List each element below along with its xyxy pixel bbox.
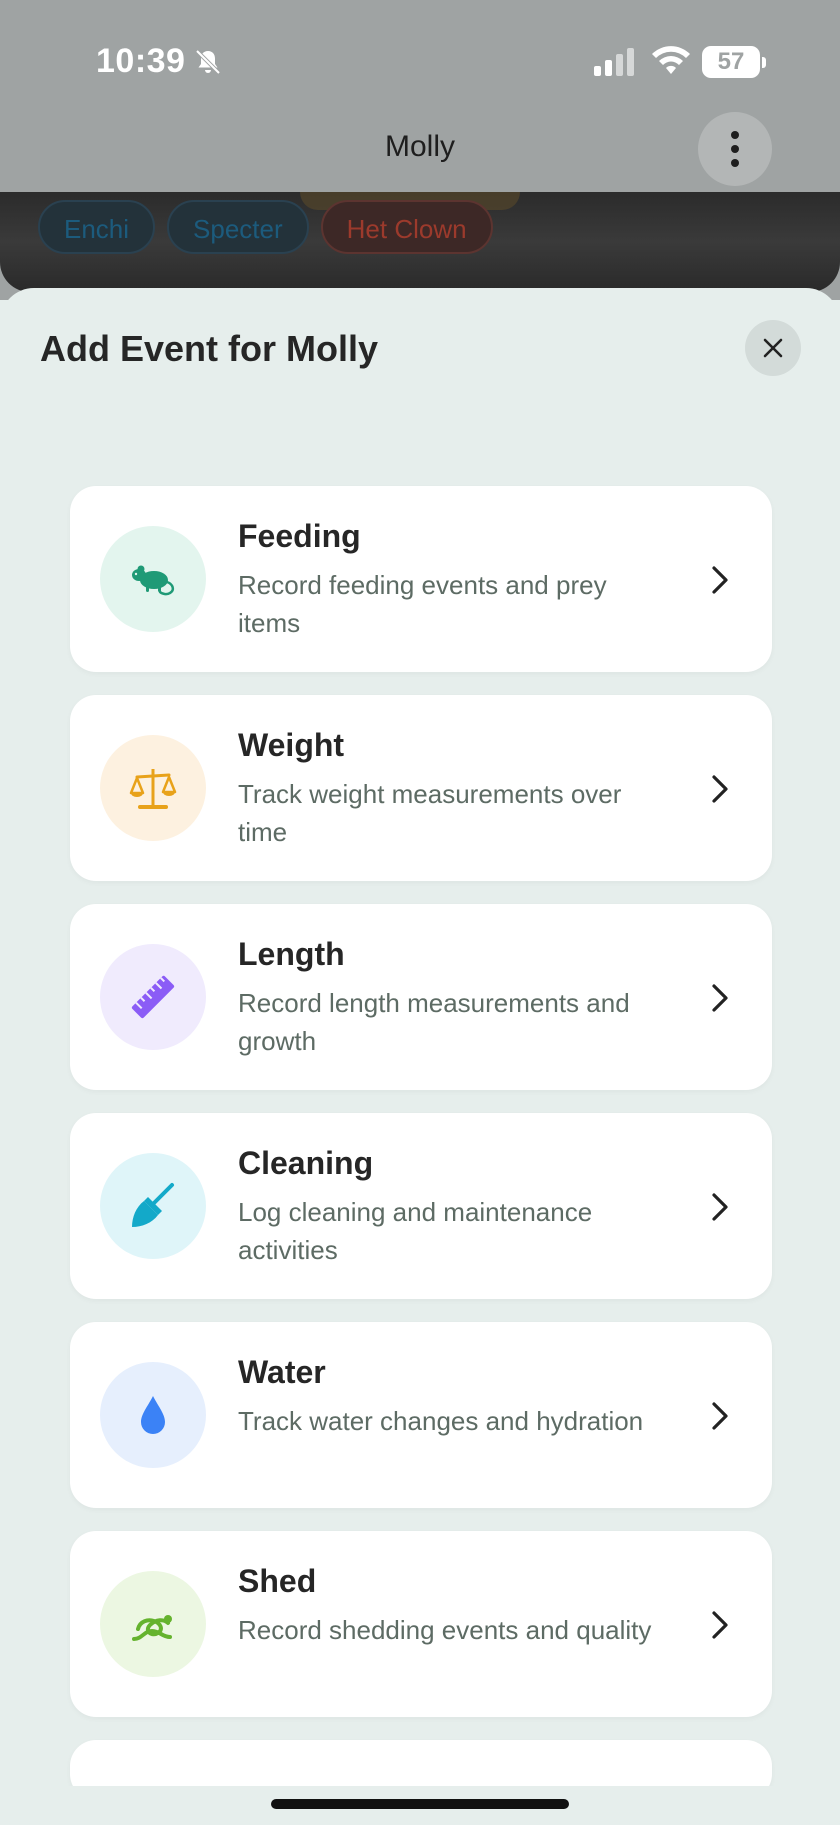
more-vertical-icon	[731, 131, 739, 139]
broom-icon	[132, 1183, 174, 1227]
event-title: Shed	[238, 1563, 317, 1599]
icon-circle	[100, 1362, 206, 1468]
battery-icon: 57	[702, 46, 766, 78]
chevron-right-icon	[712, 984, 728, 1012]
chevron-right-icon	[712, 1193, 728, 1221]
event-description: Track weight measurements over time	[238, 779, 622, 847]
bell-slash-icon	[195, 49, 221, 75]
icon-circle	[100, 944, 206, 1050]
event-description: Track water changes and hydration	[238, 1406, 644, 1436]
trait-tag-specter[interactable]: Specter	[167, 200, 309, 254]
close-icon	[763, 338, 783, 358]
event-title: Cleaning	[238, 1145, 374, 1181]
event-option-length[interactable]: Length Record length measurements and gr…	[70, 904, 772, 1090]
sheet-title: Add Event for Molly	[40, 328, 379, 369]
icon-circle	[100, 526, 206, 632]
event-description: Log cleaning and maintenance activities	[238, 1197, 593, 1265]
event-option-shed[interactable]: Shed Record shedding events and quality	[70, 1531, 772, 1717]
event-option-weight[interactable]: Weight Track weight measurements over ti…	[70, 695, 772, 881]
chevron-right-icon	[712, 775, 728, 803]
status-time: 10:39	[96, 42, 186, 80]
event-option-feeding[interactable]: Feeding Record feeding events and prey i…	[70, 486, 772, 672]
chevron-right-icon	[712, 1402, 728, 1430]
event-title: Length	[238, 936, 345, 972]
ruler-icon	[131, 975, 175, 1019]
water-drop-icon	[141, 1396, 165, 1434]
event-title: Feeding	[238, 518, 361, 554]
event-description: Record shedding events and quality	[238, 1615, 652, 1645]
event-title: Weight	[238, 727, 345, 763]
event-description: Record length measurements and growth	[238, 988, 630, 1056]
event-description: Record feeding events and prey items	[238, 570, 607, 638]
event-option-cleaning[interactable]: Cleaning Log cleaning and maintenance ac…	[70, 1113, 772, 1299]
chevron-right-icon	[712, 1611, 728, 1639]
icon-circle	[100, 735, 206, 841]
trait-tag-enchi[interactable]: Enchi	[38, 200, 156, 254]
status-bar: 10:39 57	[0, 0, 840, 120]
wifi-icon	[652, 46, 690, 74]
scale-icon	[129, 769, 177, 809]
cellular-signal-icon	[594, 48, 634, 76]
home-indicator[interactable]	[271, 1799, 569, 1809]
event-option-water[interactable]: Water Track water changes and hydration	[70, 1322, 772, 1508]
rat-icon	[132, 565, 175, 596]
add-event-sheet: Add Event for Molly Feeding Record feedi…	[0, 288, 840, 1825]
event-type-list: Feeding Record feeding events and prey i…	[70, 486, 772, 1800]
icon-circle	[100, 1571, 206, 1677]
trait-tags: Enchi Specter Het Clown	[38, 200, 493, 254]
icon-circle	[100, 1153, 206, 1259]
more-options-button[interactable]	[698, 112, 772, 186]
event-title: Water	[238, 1354, 326, 1390]
trait-tag-het-clown[interactable]: Het Clown	[320, 200, 493, 254]
snake-icon	[132, 1615, 172, 1641]
chevron-right-icon	[712, 566, 728, 594]
close-button[interactable]	[745, 320, 801, 376]
